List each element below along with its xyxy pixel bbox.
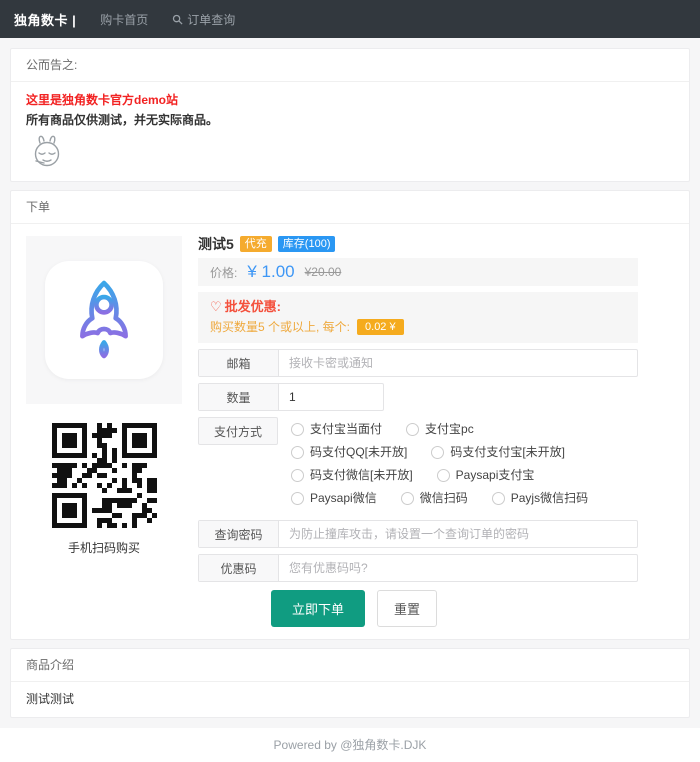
- wholesale-detail-row: 购买数量5 个或以上, 每个: 0.02 ¥: [210, 319, 626, 335]
- nav-link-order-query-label: 订单查询: [187, 12, 236, 27]
- email-field-group: 邮箱: [198, 349, 638, 377]
- query-password-field-group: 查询密码: [198, 520, 638, 548]
- nav-link-home-label: 购卡首页: [100, 12, 149, 27]
- order-buttons-row: 立即下单 重置: [271, 590, 638, 627]
- order-body: 手机扫码购买 测试5 代充 库存(100) 价格: ¥ 1.00 ¥20.00 …: [11, 224, 689, 639]
- footer-text: Powered by @独角数卡.DJK: [273, 738, 427, 752]
- payment-option-label: Payjs微信扫码: [510, 491, 589, 505]
- order-title: 下单: [11, 191, 689, 224]
- email-input[interactable]: [279, 350, 637, 376]
- nav-link-order-query[interactable]: 订单查询: [172, 11, 235, 28]
- payment-option-payjs-wechat-scan[interactable]: Payjs微信扫码: [491, 491, 589, 505]
- payment-option-codepay-qq[interactable]: 码支付QQ[未开放]: [291, 445, 407, 459]
- payment-options: 支付宝当面付 支付宝pc 码支付QQ[未开放] 码支付支付宝[未开放] 码支付微…: [291, 417, 638, 514]
- radio-icon: [400, 491, 414, 505]
- bunny-emoticon-image: [26, 134, 674, 171]
- search-icon: [172, 14, 183, 25]
- wholesale-panel: ♡ 批发优惠: 购买数量5 个或以上, 每个: 0.02 ¥: [198, 292, 638, 343]
- payment-option-codepay-alipay[interactable]: 码支付支付宝[未开放]: [431, 445, 565, 459]
- announcement-title: 公而告之:: [11, 49, 689, 82]
- payment-option-paysapi-wechat[interactable]: Paysapi微信: [291, 491, 377, 505]
- payment-method-label: 支付方式: [198, 417, 278, 445]
- payment-option-paysapi-alipay[interactable]: Paysapi支付宝: [436, 468, 535, 482]
- quantity-field-group: 数量: [198, 383, 384, 411]
- radio-icon: [291, 468, 304, 482]
- current-price: ¥ 1.00: [247, 262, 295, 281]
- query-password-input[interactable]: [279, 521, 637, 547]
- product-media-column: 手机扫码购买: [26, 236, 182, 627]
- radio-icon: [431, 445, 445, 459]
- wholesale-title-row: ♡ 批发优惠:: [210, 299, 626, 314]
- payment-option-label: Paysapi微信: [310, 491, 377, 505]
- radio-icon: [406, 422, 420, 436]
- wholesale-desc: 购买数量5 个或以上, 每个:: [210, 320, 351, 334]
- coupon-input[interactable]: [279, 555, 637, 581]
- rocket-icon: [45, 261, 163, 379]
- payment-option-label: 微信扫码: [419, 491, 468, 505]
- coupon-label: 优惠码: [199, 555, 279, 581]
- page-footer: Powered by @独角数卡.DJK: [0, 728, 700, 762]
- heart-icon: ♡: [210, 299, 222, 314]
- description-title: 商品介绍: [11, 649, 689, 682]
- payment-option-label: Paysapi支付宝: [455, 468, 535, 482]
- payment-option-label: 支付宝pc: [425, 422, 474, 436]
- radio-icon: [436, 468, 450, 482]
- order-card: 下单 手机扫码购买 测试5 代充 库存(100) 价格: ¥ 1.00 ¥20.…: [10, 190, 690, 640]
- radio-icon: [291, 491, 304, 505]
- announcement-body: 这里是独角数卡官方demo站 所有商品仅供测试，并无实际商品。: [11, 82, 689, 181]
- payment-option-wechat-scan[interactable]: 微信扫码: [400, 491, 468, 505]
- submit-order-button[interactable]: 立即下单: [271, 590, 366, 627]
- stock-badge: 库存(100): [277, 236, 336, 252]
- payment-option-label: 码支付支付宝[未开放]: [450, 445, 566, 459]
- announcement-line2: 所有商品仅供测试，并无实际商品。: [26, 113, 219, 127]
- payment-option-label: 码支付QQ[未开放]: [310, 445, 408, 459]
- product-type-badge: 代充: [239, 236, 272, 252]
- announcement-card: 公而告之: 这里是独角数卡官方demo站 所有商品仅供测试，并无实际商品。: [10, 48, 690, 182]
- quantity-input[interactable]: [279, 384, 383, 410]
- query-password-label: 查询密码: [199, 521, 279, 547]
- order-form-column: 测试5 代充 库存(100) 价格: ¥ 1.00 ¥20.00 ♡ 批发优惠:…: [198, 236, 638, 627]
- payment-option-alipay-pc[interactable]: 支付宝pc: [406, 422, 474, 436]
- qr-code: [48, 420, 160, 531]
- email-label: 邮箱: [199, 350, 279, 376]
- description-card: 商品介绍 测试测试: [10, 648, 690, 718]
- product-image: [26, 236, 182, 404]
- top-navbar: 独角数卡 | 购卡首页 订单查询: [0, 0, 700, 38]
- payment-option-alipay-f2f[interactable]: 支付宝当面付: [291, 422, 382, 436]
- qr-caption: 手机扫码购买: [67, 541, 140, 555]
- wholesale-unit-price-badge: 0.02 ¥: [357, 319, 404, 335]
- payment-method-row: 支付方式 支付宝当面付 支付宝pc 码支付QQ[未开放] 码支付支付宝[未开放]…: [198, 417, 638, 514]
- page-container: 公而告之: 这里是独角数卡官方demo站 所有商品仅供测试，并无实际商品。 下单: [10, 48, 690, 718]
- description-body: 测试测试: [26, 692, 75, 706]
- price-row: 价格: ¥ 1.00 ¥20.00: [198, 258, 638, 286]
- nav-link-home[interactable]: 购卡首页: [100, 11, 148, 28]
- original-price: ¥20.00: [304, 265, 342, 279]
- payment-option-label: 码支付微信[未开放]: [310, 468, 413, 482]
- site-brand: 独角数卡 |: [14, 12, 77, 28]
- payment-option-codepay-wechat[interactable]: 码支付微信[未开放]: [291, 468, 413, 482]
- product-title-row: 测试5 代充 库存(100): [198, 236, 638, 252]
- reset-button[interactable]: 重置: [377, 590, 438, 627]
- radio-icon: [491, 491, 505, 505]
- price-label: 价格:: [210, 265, 238, 280]
- quantity-label: 数量: [199, 384, 279, 410]
- wholesale-title: 批发优惠:: [224, 299, 281, 314]
- product-name: 测试5: [198, 236, 234, 252]
- announcement-line1: 这里是独角数卡官方demo站: [26, 93, 179, 107]
- radio-icon: [291, 422, 304, 436]
- coupon-field-group: 优惠码: [198, 554, 638, 582]
- payment-option-label: 支付宝当面付: [310, 422, 383, 436]
- radio-icon: [291, 445, 304, 459]
